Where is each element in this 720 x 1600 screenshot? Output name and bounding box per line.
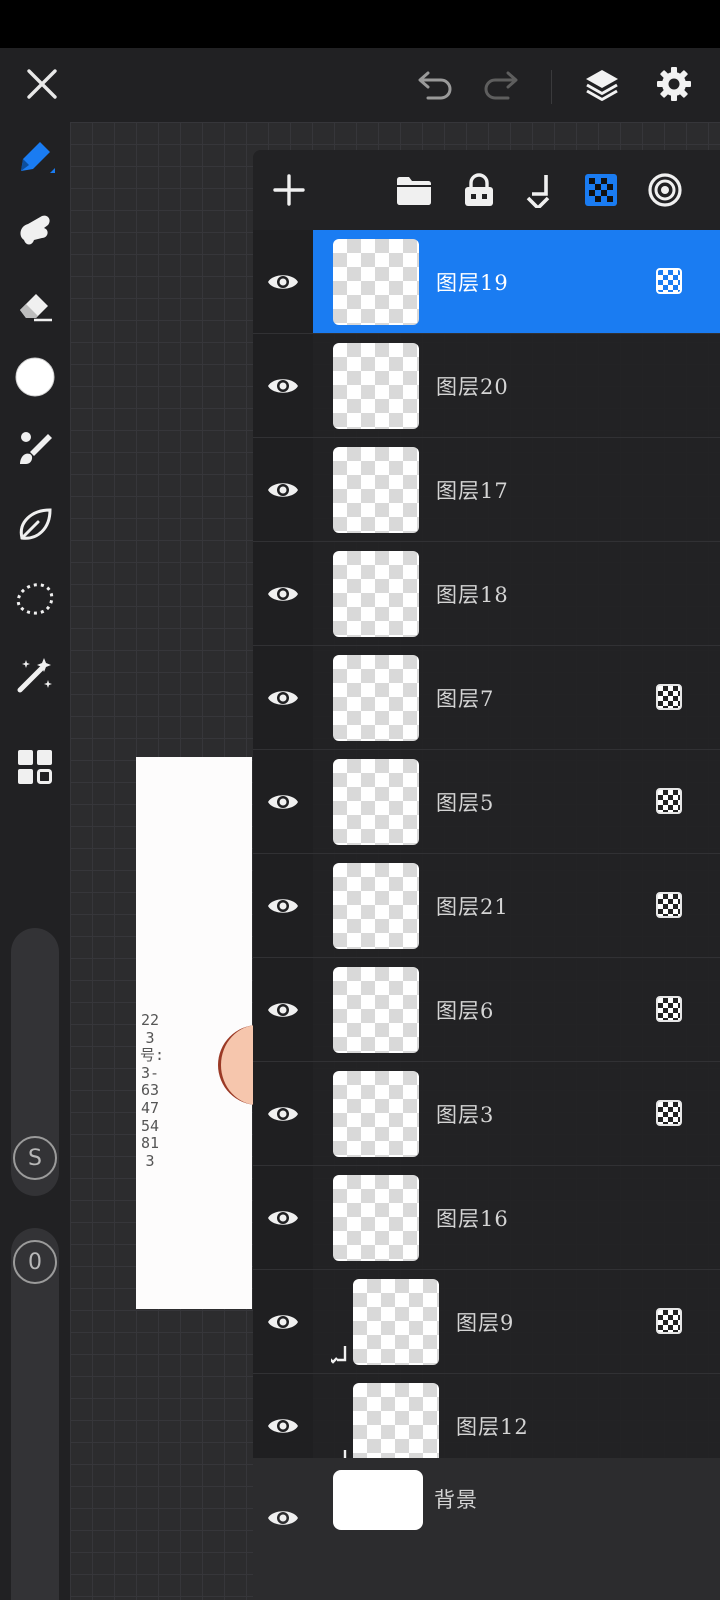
top-toolbar	[0, 48, 720, 122]
layer-name: 图层16	[436, 1207, 509, 1231]
layer-name: 图层17	[436, 479, 509, 503]
eye-icon[interactable]	[265, 576, 301, 612]
alpha-lock-icon[interactable]	[656, 684, 682, 710]
redo-icon[interactable]	[476, 60, 524, 108]
magic-wand-icon[interactable]	[10, 650, 60, 700]
layers-panel-toolbar	[253, 150, 720, 230]
layer-row[interactable]: 图层19	[253, 230, 720, 334]
layer-thumbnail	[333, 655, 419, 741]
layer-row[interactable]: 图层7	[253, 646, 720, 750]
toolbar-divider	[551, 70, 552, 104]
layer-name: 图层6	[436, 999, 495, 1023]
layer-name: 图层18	[436, 583, 509, 607]
drawing-app: 223号:3-634754813 S 0 图层19 图层20 图层17 图层18…	[0, 0, 720, 1600]
eye-icon[interactable]	[265, 992, 301, 1028]
eye-icon[interactable]	[265, 784, 301, 820]
eye-icon[interactable]	[265, 1500, 301, 1536]
layers-icon[interactable]	[578, 60, 626, 108]
eye-icon[interactable]	[265, 1304, 301, 1340]
spiral-icon[interactable]	[641, 166, 689, 214]
layer-name: 图层7	[436, 687, 495, 711]
layer-thumbnail	[333, 1071, 419, 1157]
paper-watermark-text: 223号:3-634754813	[140, 1011, 165, 1170]
smudge-icon[interactable]	[10, 206, 60, 256]
size-slider-label: S	[13, 1136, 57, 1180]
layer-row[interactable]: 图层3	[253, 1062, 720, 1166]
merge-down-icon[interactable]	[517, 166, 565, 214]
layer-name: 图层19	[436, 271, 509, 295]
layer-name: 图层12	[456, 1415, 529, 1439]
undo-icon[interactable]	[412, 60, 460, 108]
layer-name: 图层3	[436, 1103, 495, 1127]
layer-thumbnail	[333, 343, 419, 429]
layer-thumbnail	[353, 1279, 439, 1365]
layer-thumbnail	[333, 239, 419, 325]
eye-icon[interactable]	[265, 264, 301, 300]
layer-row[interactable]: 图层17	[253, 438, 720, 542]
background-layer-row[interactable]: 背景	[253, 1458, 720, 1600]
layer-row[interactable]: 图层6	[253, 958, 720, 1062]
opacity-slider-label: 0	[13, 1240, 57, 1284]
eraser-icon[interactable]	[10, 280, 60, 330]
layer-thumbnail	[333, 551, 419, 637]
layer-row[interactable]: 图层21	[253, 854, 720, 958]
eye-icon[interactable]	[265, 472, 301, 508]
layer-row[interactable]: 图层16	[253, 1166, 720, 1270]
checker-icon[interactable]	[577, 166, 625, 214]
clipping-mask-icon	[328, 1344, 351, 1370]
alpha-lock-icon[interactable]	[656, 892, 682, 918]
layer-name: 图层20	[436, 375, 509, 399]
alpha-lock-icon[interactable]	[656, 788, 682, 814]
alpha-lock-icon[interactable]	[656, 1100, 682, 1126]
lasso-icon[interactable]	[10, 574, 60, 624]
layer-thumbnail	[333, 1175, 419, 1261]
eye-icon[interactable]	[265, 680, 301, 716]
status-bar	[0, 0, 720, 48]
layer-thumbnail	[333, 759, 419, 845]
leaf-icon[interactable]	[10, 500, 60, 550]
pen-icon[interactable]	[10, 134, 60, 184]
alpha-lock-icon[interactable]	[656, 1308, 682, 1334]
alpha-lock-icon[interactable]	[656, 996, 682, 1022]
layers-panel: 图层19 图层20 图层17 图层18 图层7 图层5 图层21 图层6 图层3 图层16 图层9 图…	[253, 150, 720, 1600]
lock-icon[interactable]	[455, 166, 503, 214]
layer-thumbnail	[333, 967, 419, 1053]
layer-thumbnail	[333, 863, 419, 949]
background-layer-name: 背景	[434, 1488, 478, 1512]
close-icon[interactable]	[18, 60, 66, 108]
layer-thumbnail	[333, 447, 419, 533]
layer-name: 图层21	[436, 895, 509, 919]
eye-icon[interactable]	[265, 1408, 301, 1444]
plus-icon[interactable]	[265, 166, 313, 214]
background-thumbnail	[333, 1470, 423, 1530]
alpha-lock-icon[interactable]	[656, 268, 682, 294]
eye-icon[interactable]	[265, 888, 301, 924]
layer-row[interactable]: 图层9	[253, 1270, 720, 1374]
grid-icon[interactable]	[10, 742, 60, 792]
eye-icon[interactable]	[265, 1096, 301, 1132]
layer-name: 图层9	[456, 1311, 515, 1335]
layer-thumbnail	[353, 1383, 439, 1469]
layer-row[interactable]: 图层5	[253, 750, 720, 854]
gear-icon[interactable]	[650, 60, 698, 108]
color-circle-icon[interactable]	[10, 352, 60, 402]
eye-icon[interactable]	[265, 1200, 301, 1236]
layer-row[interactable]: 图层20	[253, 334, 720, 438]
folder-icon[interactable]	[390, 166, 438, 214]
left-toolbar: S 0	[0, 122, 70, 1600]
brush-icon[interactable]	[10, 424, 60, 474]
layer-name: 图层5	[436, 791, 495, 815]
layer-row[interactable]: 图层18	[253, 542, 720, 646]
eye-icon[interactable]	[265, 368, 301, 404]
